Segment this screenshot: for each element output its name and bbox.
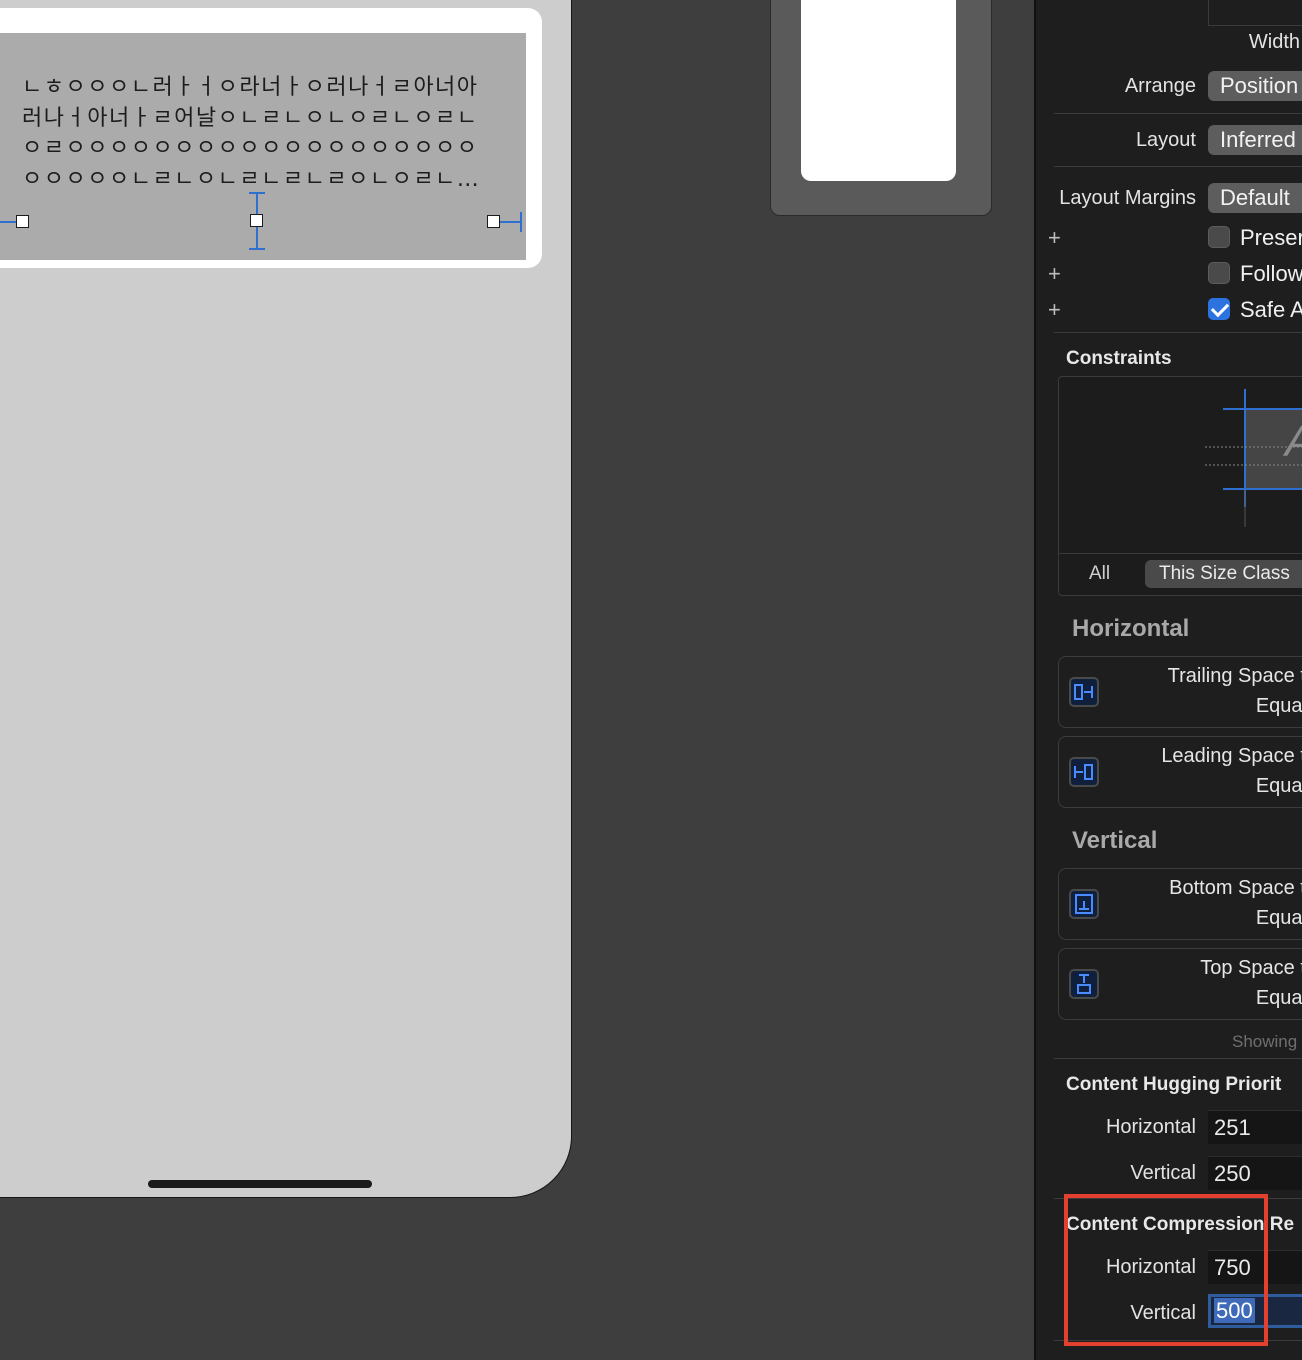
arrange-label: Arrange bbox=[1124, 75, 1196, 97]
constraint-title: Top Space to bbox=[1200, 957, 1302, 979]
arrange-popup[interactable]: Position bbox=[1208, 71, 1302, 101]
checkbox-label: Safe A bbox=[1240, 297, 1302, 322]
storyboard-canvas[interactable]: ㄴㅎㅇㅇㅇㄴ러ㅏㅓㅇ라너ㅏㅇ러나ㅓㄹ아너아 러나ㅓ아너ㅏㄹ어날ㅇㄴㄹㄴㅇㄴㅇㄹㄴㅇ… bbox=[0, 0, 1034, 1360]
trailing-constraint-cap bbox=[520, 212, 522, 232]
resize-handle-bottom[interactable] bbox=[250, 214, 263, 227]
trailing-space-constraint[interactable]: Trailing Space to Equals bbox=[1058, 656, 1302, 728]
second-scene-screen bbox=[801, 0, 956, 181]
compression-horizontal-label: Horizontal bbox=[1105, 1256, 1196, 1278]
hugging-vertical-field[interactable]: 250 bbox=[1208, 1156, 1302, 1190]
top-space-icon bbox=[1069, 969, 1099, 999]
safe-area-checkbox[interactable] bbox=[1208, 298, 1230, 320]
trailing-constraint-line bbox=[500, 221, 522, 223]
separator bbox=[1054, 1198, 1302, 1199]
separator bbox=[1054, 332, 1302, 333]
constraints-preview: A All This Size Class bbox=[1058, 376, 1302, 596]
home-indicator bbox=[148, 1180, 372, 1188]
preserve-superview-margins-checkbox[interactable] bbox=[1208, 226, 1230, 248]
top-space-constraint[interactable]: Top Space to Equals bbox=[1058, 948, 1302, 1020]
bottom-constraint-cap-top bbox=[249, 192, 265, 194]
constraint-diagram bbox=[1205, 389, 1302, 527]
constraint-preview-letter: A bbox=[1285, 417, 1302, 467]
top-field-partial[interactable]: 3 bbox=[1208, 0, 1302, 26]
hugging-vertical-label: Vertical bbox=[1130, 1162, 1196, 1184]
vertical-group-title: Vertical bbox=[1072, 827, 1158, 854]
separator bbox=[1054, 113, 1302, 114]
second-scene-device[interactable] bbox=[770, 0, 992, 216]
size-inspector: 3 Width Arrange Position Layout Inferred… bbox=[1034, 0, 1302, 1360]
bottom-space-constraint[interactable]: Bottom Space to Equals bbox=[1058, 868, 1302, 940]
compression-horizontal-field[interactable]: 750 bbox=[1208, 1250, 1302, 1284]
label-text: ㄴㅎㅇㅇㅇㄴ러ㅏㅓㅇ라너ㅏㅇ러나ㅓㄹ아너아 러나ㅓ아너ㅏㄹ어날ㅇㄴㄹㄴㅇㄴㅇㄹㄴㅇ… bbox=[22, 75, 481, 192]
add-variation-plus-icon[interactable]: + bbox=[1048, 261, 1061, 287]
layout-margins-popup[interactable]: Default bbox=[1208, 183, 1302, 213]
bottom-space-icon bbox=[1069, 889, 1099, 919]
layout-label: Layout bbox=[1135, 129, 1196, 151]
leading-space-icon bbox=[1069, 757, 1099, 787]
constraint-relation: Equals bbox=[1255, 775, 1302, 797]
layout-margins-label: Layout Margins bbox=[1059, 187, 1196, 209]
constraints-title: Constraints bbox=[1066, 348, 1172, 369]
checkbox-label: Follow bbox=[1240, 261, 1302, 286]
hugging-horizontal-label: Horizontal bbox=[1105, 1116, 1196, 1138]
compression-vertical-label: Vertical bbox=[1130, 1302, 1196, 1324]
segment-all[interactable]: All bbox=[1089, 563, 1110, 585]
separator bbox=[1054, 166, 1302, 167]
selected-label-highlight: ㄴㅎㅇㅇㅇㄴ러ㅏㅓㅇ라너ㅏㅇ러나ㅓㄹ아너아 러나ㅓ아너ㅏㄹ어날ㅇㄴㄹㄴㅇㄴㅇㄹㄴㅇ… bbox=[0, 8, 542, 268]
constraint-relation: Equals bbox=[1255, 987, 1302, 1009]
showing-constraints-note: Showing bbox=[1232, 1032, 1298, 1051]
constraint-title: Bottom Space to bbox=[1169, 877, 1302, 899]
constraint-relation: Equals bbox=[1255, 907, 1302, 929]
constraint-title: Trailing Space to bbox=[1167, 665, 1302, 687]
add-variation-plus-icon[interactable]: + bbox=[1048, 225, 1061, 251]
separator bbox=[1054, 1340, 1302, 1341]
constraint-title: Leading Space to bbox=[1161, 745, 1302, 767]
trailing-space-icon bbox=[1069, 677, 1099, 707]
content-compression-title: Content Compression Re bbox=[1066, 1214, 1295, 1235]
layout-popup[interactable]: Inferred bbox=[1208, 125, 1302, 155]
segment-this-size-class[interactable]: This Size Class bbox=[1145, 560, 1302, 588]
label-view[interactable]: ㄴㅎㅇㅇㅇㄴ러ㅏㅓㅇ라너ㅏㅇ러나ㅓㄹ아너아 러나ㅓ아너ㅏㄹ어날ㅇㄴㄹㄴㅇㄴㅇㄹㄴㅇ… bbox=[0, 33, 526, 260]
follow-readable-width-checkbox[interactable] bbox=[1208, 262, 1230, 284]
separator bbox=[1059, 553, 1302, 554]
checkbox-label: Preser bbox=[1240, 225, 1302, 250]
hugging-horizontal-field[interactable]: 251 bbox=[1208, 1110, 1302, 1144]
leading-space-constraint[interactable]: Leading Space to Equals bbox=[1058, 736, 1302, 808]
content-hugging-title: Content Hugging Priorit bbox=[1066, 1074, 1282, 1095]
bottom-constraint-cap-bottom bbox=[249, 248, 265, 250]
add-variation-plus-icon[interactable]: + bbox=[1048, 297, 1061, 323]
compression-vertical-field[interactable]: 500 bbox=[1208, 1294, 1302, 1328]
leading-constraint-line bbox=[0, 221, 16, 223]
separator bbox=[1054, 1058, 1302, 1059]
width-label: Width bbox=[1248, 31, 1300, 53]
resize-handle-left[interactable] bbox=[16, 215, 29, 228]
constraint-relation: Equals bbox=[1255, 695, 1302, 717]
resize-handle-right[interactable] bbox=[487, 215, 500, 228]
selected-text: 500 bbox=[1214, 1298, 1255, 1323]
horizontal-group-title: Horizontal bbox=[1072, 615, 1190, 642]
